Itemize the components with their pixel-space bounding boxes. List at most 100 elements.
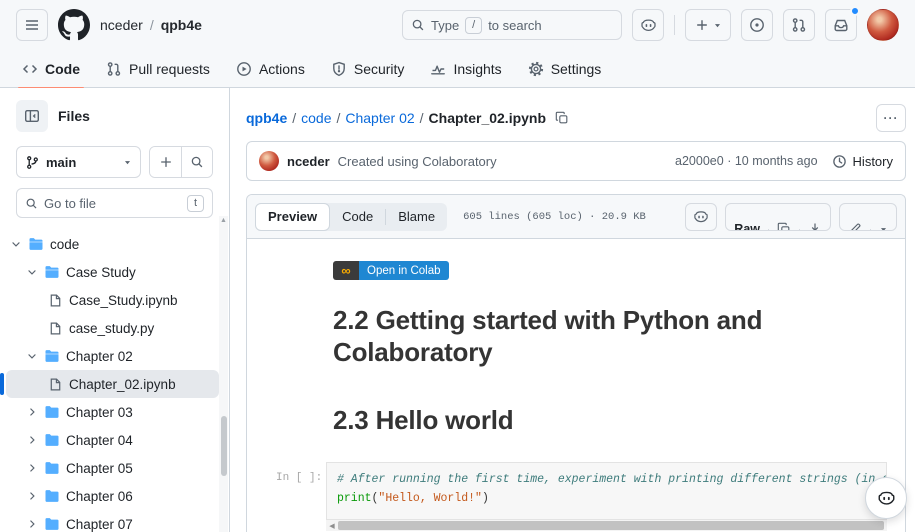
search-icon bbox=[190, 155, 204, 169]
go-to-file-placeholder: Go to file bbox=[44, 196, 181, 211]
github-logo-icon[interactable] bbox=[58, 9, 90, 41]
pull-requests-button[interactable] bbox=[783, 9, 815, 41]
tree-item-chapter-03[interactable]: Chapter 03 bbox=[6, 398, 219, 426]
copy-icon bbox=[777, 222, 791, 231]
more-options-button[interactable]: ··· bbox=[876, 104, 906, 132]
colab-badge-label: Open in Colab bbox=[359, 261, 449, 280]
breadcrumb-dir-link[interactable]: code bbox=[301, 110, 331, 126]
hamburger-icon bbox=[24, 17, 40, 33]
edit-file-button[interactable] bbox=[840, 229, 870, 230]
chevron-right-icon bbox=[26, 434, 38, 446]
search-placeholder-prefix: Type bbox=[431, 18, 459, 33]
tree-item-chapter-02-folder[interactable]: Chapter 02 bbox=[6, 342, 219, 370]
scroll-left-arrow[interactable]: ◀ bbox=[326, 522, 338, 530]
tab-actions[interactable]: Actions bbox=[226, 54, 315, 84]
collapse-sidebar-button[interactable] bbox=[16, 100, 48, 132]
tree-item-chapter-07[interactable]: Chapter 07 bbox=[6, 510, 219, 532]
tree-item-label: case_study.py bbox=[69, 321, 154, 336]
notification-dot bbox=[850, 6, 860, 16]
branch-selector[interactable]: main bbox=[16, 146, 141, 178]
commit-sha-and-time[interactable]: a2000e0 · 10 months ago bbox=[675, 154, 818, 168]
copilot-floating-button[interactable] bbox=[865, 477, 907, 519]
code-string: "Hello, World!" bbox=[378, 492, 482, 505]
github-file-view: nceder / qpb4e Type / to search bbox=[0, 0, 915, 532]
context-repo-link[interactable]: qpb4e bbox=[161, 17, 202, 33]
tab-code[interactable]: Code bbox=[330, 203, 385, 231]
breadcrumb-separator: / bbox=[150, 17, 154, 33]
issues-button[interactable] bbox=[741, 9, 773, 41]
cell-input-prompt: In [ ]: bbox=[276, 472, 322, 484]
file-icon bbox=[48, 321, 63, 336]
chevron-right-icon bbox=[26, 518, 38, 530]
tree-item-chapter-06[interactable]: Chapter 06 bbox=[6, 482, 219, 510]
branch-name: main bbox=[46, 155, 76, 170]
view-mode-tabs: Preview Code Blame bbox=[255, 203, 447, 231]
tab-label: Insights bbox=[453, 61, 501, 77]
edit-dropdown-button[interactable] bbox=[870, 229, 896, 230]
commit-message[interactable]: Created using Colaboratory bbox=[338, 154, 497, 169]
copy-path-button[interactable] bbox=[553, 109, 571, 127]
tab-blame[interactable]: Blame bbox=[386, 203, 447, 231]
tree-item-label: code bbox=[50, 237, 79, 252]
commit-author[interactable]: nceder bbox=[287, 154, 330, 169]
go-to-file-input[interactable]: Go to file t bbox=[16, 188, 213, 218]
sidebar-scrollbar[interactable]: ▲ bbox=[219, 216, 228, 532]
chevron-down-icon bbox=[10, 238, 22, 250]
tree-item-chapter-05[interactable]: Chapter 05 bbox=[6, 454, 219, 482]
copy-raw-button[interactable] bbox=[768, 229, 799, 230]
tree-item-chapter-02-ipynb[interactable]: Chapter_02.ipynb bbox=[6, 370, 219, 398]
scrollbar-thumb[interactable] bbox=[221, 416, 227, 476]
create-new-button[interactable] bbox=[685, 9, 731, 41]
kebab-icon: ··· bbox=[884, 111, 899, 125]
files-sidebar: Files main bbox=[0, 88, 230, 532]
folder-icon bbox=[44, 432, 60, 448]
cell-code[interactable]: # After running the first time, experime… bbox=[326, 462, 887, 520]
download-button[interactable] bbox=[799, 229, 830, 230]
tab-label: Settings bbox=[551, 61, 602, 77]
file-content-container: Preview Code Blame 605 lines (605 loc) ·… bbox=[246, 194, 906, 532]
tab-preview[interactable]: Preview bbox=[255, 203, 330, 231]
scrollbar-thumb[interactable] bbox=[338, 521, 884, 530]
content-split: Files main bbox=[0, 88, 915, 532]
commit-author-avatar[interactable] bbox=[259, 151, 279, 171]
t-key-hint: t bbox=[187, 195, 204, 212]
tree-item-case-study-py[interactable]: case_study.py bbox=[6, 314, 219, 342]
inbox-button[interactable] bbox=[825, 9, 857, 41]
tab-settings[interactable]: Settings bbox=[518, 54, 612, 84]
file-toolbar: Preview Code Blame 605 lines (605 loc) ·… bbox=[247, 195, 905, 239]
global-header: nceder / qpb4e Type / to search bbox=[0, 0, 915, 50]
breadcrumb-dir-link[interactable]: Chapter 02 bbox=[345, 110, 414, 126]
context-owner-link[interactable]: nceder bbox=[100, 17, 143, 33]
git-branch-icon bbox=[25, 155, 40, 170]
copilot-button[interactable] bbox=[632, 9, 664, 41]
code-horizontal-scrollbar[interactable]: ◀ bbox=[326, 520, 887, 531]
tree-item-case-study-folder[interactable]: Case Study bbox=[6, 258, 219, 286]
tree-item-case-study-ipynb[interactable]: Case_Study.ipynb bbox=[6, 286, 219, 314]
tree-item-chapter-04[interactable]: Chapter 04 bbox=[6, 426, 219, 454]
tree-item-label: Chapter 05 bbox=[66, 461, 133, 476]
download-icon bbox=[808, 222, 822, 231]
global-search-input[interactable]: Type / to search bbox=[402, 10, 622, 40]
folder-icon bbox=[44, 460, 60, 476]
history-button[interactable]: History bbox=[832, 154, 893, 169]
file-main-panel: qpb4e / code / Chapter 02 / Chapter_02.i… bbox=[230, 88, 915, 532]
tab-insights[interactable]: Insights bbox=[420, 54, 511, 84]
tab-code[interactable]: Code bbox=[12, 54, 90, 84]
tree-item-label: Chapter 03 bbox=[66, 405, 133, 420]
hamburger-menu-button[interactable] bbox=[16, 9, 48, 41]
breadcrumb-repo-link[interactable]: qpb4e bbox=[246, 110, 287, 126]
tree-item-code[interactable]: code bbox=[6, 230, 219, 258]
tab-pull-requests[interactable]: Pull requests bbox=[96, 54, 220, 84]
history-label: History bbox=[853, 154, 893, 169]
graph-icon bbox=[430, 61, 446, 77]
edit-group bbox=[839, 203, 897, 231]
raw-button[interactable]: Raw bbox=[726, 229, 768, 230]
user-avatar[interactable] bbox=[867, 9, 899, 41]
search-files-button[interactable] bbox=[181, 147, 212, 177]
folder-icon bbox=[44, 516, 60, 532]
open-in-colab-badge[interactable]: ∞ Open in Colab bbox=[333, 261, 449, 280]
copilot-file-button[interactable] bbox=[685, 203, 717, 231]
tab-security[interactable]: Security bbox=[321, 54, 415, 84]
new-file-button[interactable] bbox=[150, 147, 181, 177]
folder-icon bbox=[44, 404, 60, 420]
